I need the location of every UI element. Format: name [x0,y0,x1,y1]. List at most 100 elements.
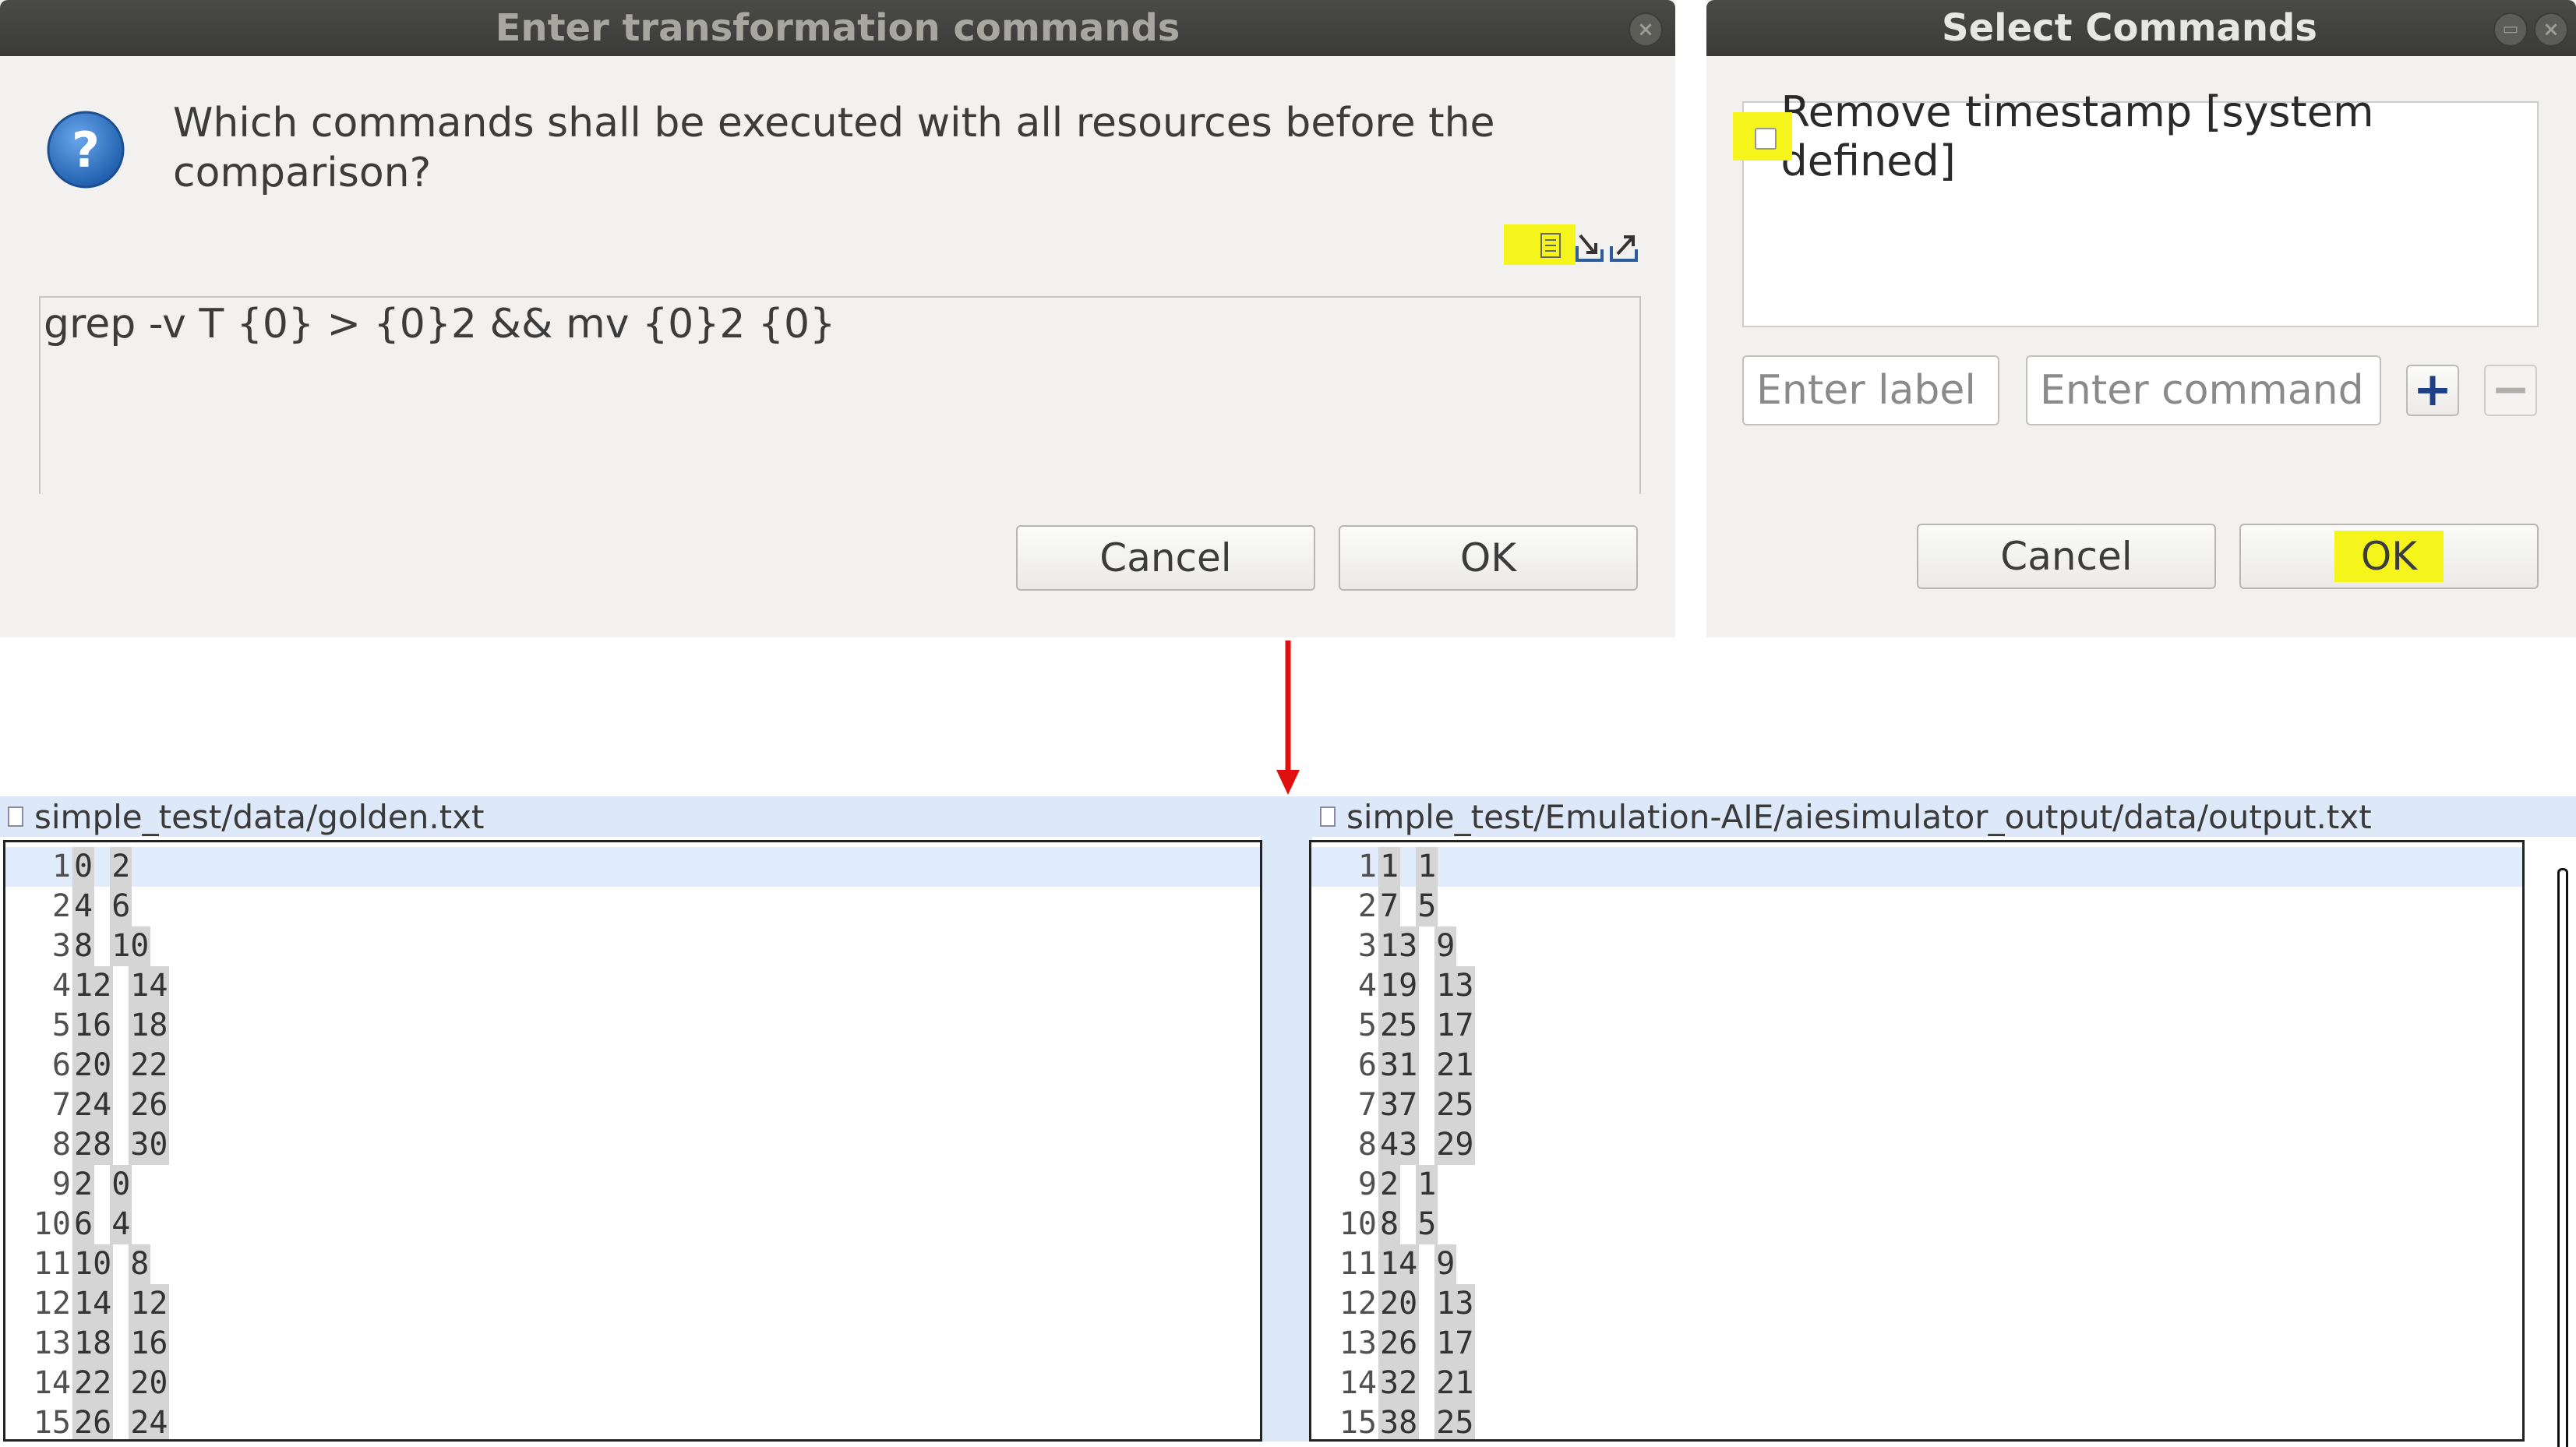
transform-dialog-titlebar[interactable]: Enter transformation commands × [0,0,1675,56]
cell-value: 26 [1378,1324,1420,1364]
right-diff-pane[interactable]: 1 1 1 2 7 5 3 13 9 4 19 13 5 25 17 6 31 21 7 37 25 8 43 29 9 2 1 10… [1309,840,2525,1442]
option-label: Remove timestamp [system defined] [1780,87,2374,185]
cell-value: 43 [1378,1125,1420,1165]
table-row: 275 [1311,887,2522,926]
table-row: 111 [1311,847,2522,887]
cell-value: 2 [1378,1165,1401,1205]
line-number: 5 [51,1008,71,1043]
table-row: 11 14 9 [1311,1244,2522,1284]
cell-value: 25 [1378,1006,1420,1046]
command-textarea[interactable]: grep -v T {0} > {0}2 && mv {0}2 {0} [39,296,1641,494]
add-icon[interactable]: + [2406,365,2459,416]
cell-value: 1 [1416,847,1438,887]
table-row: 8 43 29 [1311,1125,2522,1165]
scrollbar-thumb[interactable] [2557,868,2568,1447]
cell-value: 17 [1434,1006,1476,1046]
export-icon[interactable] [1607,231,1641,265]
cell-value: 31 [1378,1046,1420,1085]
select-dialog-title: Select Commands [1942,6,2317,50]
cell-value: 21 [1434,1046,1476,1085]
cell-value: 28 [72,1125,114,1165]
line-number: 15 [1339,1405,1377,1441]
cell-value: 19 [1378,966,1420,1006]
close-icon[interactable]: × [2534,12,2568,47]
line-number: 4 [51,968,71,1004]
restore-icon[interactable]: ▭ [2493,12,2528,47]
line-number: 12 [1339,1286,1377,1322]
table-row: 12 20 13 [1311,1284,2522,1324]
table-row: 920 [5,1165,1260,1205]
cell-value: 12 [129,1284,170,1324]
cell-value: 24 [72,1085,114,1125]
line-number: 3 [51,928,71,964]
label-input[interactable] [1742,355,1999,425]
line-number: 6 [1357,1047,1377,1083]
remove-icon[interactable]: − [2484,365,2537,416]
table-row: 3 13 9 [1311,926,2522,966]
svg-text:?: ? [72,122,100,178]
table-row: 7 37 25 [1311,1085,2522,1125]
import-icon[interactable] [1572,231,1607,265]
table-row: 6 31 21 [1311,1046,2522,1085]
cancel-button[interactable]: Cancel [1917,524,2216,589]
file-icon [8,806,23,827]
cell-value: 22 [129,1046,170,1085]
cell-value: 2 [110,847,132,887]
cancel-button[interactable]: Cancel [1016,525,1315,591]
transform-dialog: Enter transformation commands × ? Which … [0,0,1675,637]
command-option-row[interactable]: Remove timestamp [system defined] [1733,87,2537,185]
cell-value: 16 [72,1006,114,1046]
line-number: 13 [1339,1325,1377,1361]
cell-value: 38 [1378,1403,1420,1439]
cell-value: 10 [110,926,151,966]
command-input[interactable] [2026,355,2381,425]
cell-value: 22 [72,1364,114,1403]
cell-value: 20 [1378,1284,1420,1324]
command-text: grep -v T {0} > {0}2 && mv {0}2 {0} [44,301,836,348]
cell-value: 21 [1434,1364,1476,1403]
line-number: 7 [51,1087,71,1123]
cell-value: 9 [1434,926,1457,966]
cell-value: 10 [72,1244,114,1284]
line-number: 10 [33,1206,71,1242]
cell-value: 5 [1416,1205,1438,1244]
cell-value: 9 [1434,1244,1457,1284]
line-number: 1 [51,849,71,884]
cell-value: 26 [129,1085,170,1125]
line-number: 8 [51,1127,71,1163]
cell-value: 0 [72,847,95,887]
scrollbar[interactable] [2525,840,2576,1447]
cell-value: 0 [110,1165,132,1205]
cell-value: 7 [1378,887,1401,926]
cell-value: 14 [1378,1244,1420,1284]
cell-value: 4 [72,887,95,926]
cell-value: 1 [1416,1165,1438,1205]
table-row: 5 16 18 [5,1006,1260,1046]
table-row: 4 19 13 [1311,966,2522,1006]
table-row: 8 28 30 [5,1125,1260,1165]
table-row: 15 38 25 [1311,1403,2522,1441]
cell-value: 8 [72,926,95,966]
cell-value: 37 [1378,1085,1420,1125]
option-checkbox[interactable] [1755,128,1777,150]
select-dialog-titlebar[interactable]: Select Commands ▭ × [1706,0,2576,56]
line-number: 15 [33,1405,71,1441]
cell-value: 20 [129,1364,170,1403]
line-number: 14 [1339,1365,1377,1401]
left-diff-pane[interactable]: 1 0 2 2 4 6 3 8 10 4 12 14 5 16 18 6 20 22 7 24 26 8 28 30 9 2 0 10… [3,840,1262,1442]
close-icon[interactable]: × [1629,12,1663,47]
cell-value: 25 [1434,1403,1476,1439]
ok-button[interactable]: OK [2239,524,2539,589]
line-number: 11 [1339,1246,1377,1282]
cell-value: 13 [1434,1284,1476,1324]
list-icon-button[interactable] [1504,224,1576,265]
cell-value: 18 [129,1006,170,1046]
table-row: 13 18 16 [5,1324,1260,1364]
line-number: 6 [51,1047,71,1083]
right-pane-header: simple_test/Emulation-AIE/aiesimulator_o… [1312,796,2576,837]
ok-button[interactable]: OK [1339,525,1638,591]
cell-value: 14 [72,1284,114,1324]
cell-value: 6 [72,1205,95,1244]
cell-value: 13 [1434,966,1476,1006]
table-row: 14 22 20 [5,1364,1260,1403]
